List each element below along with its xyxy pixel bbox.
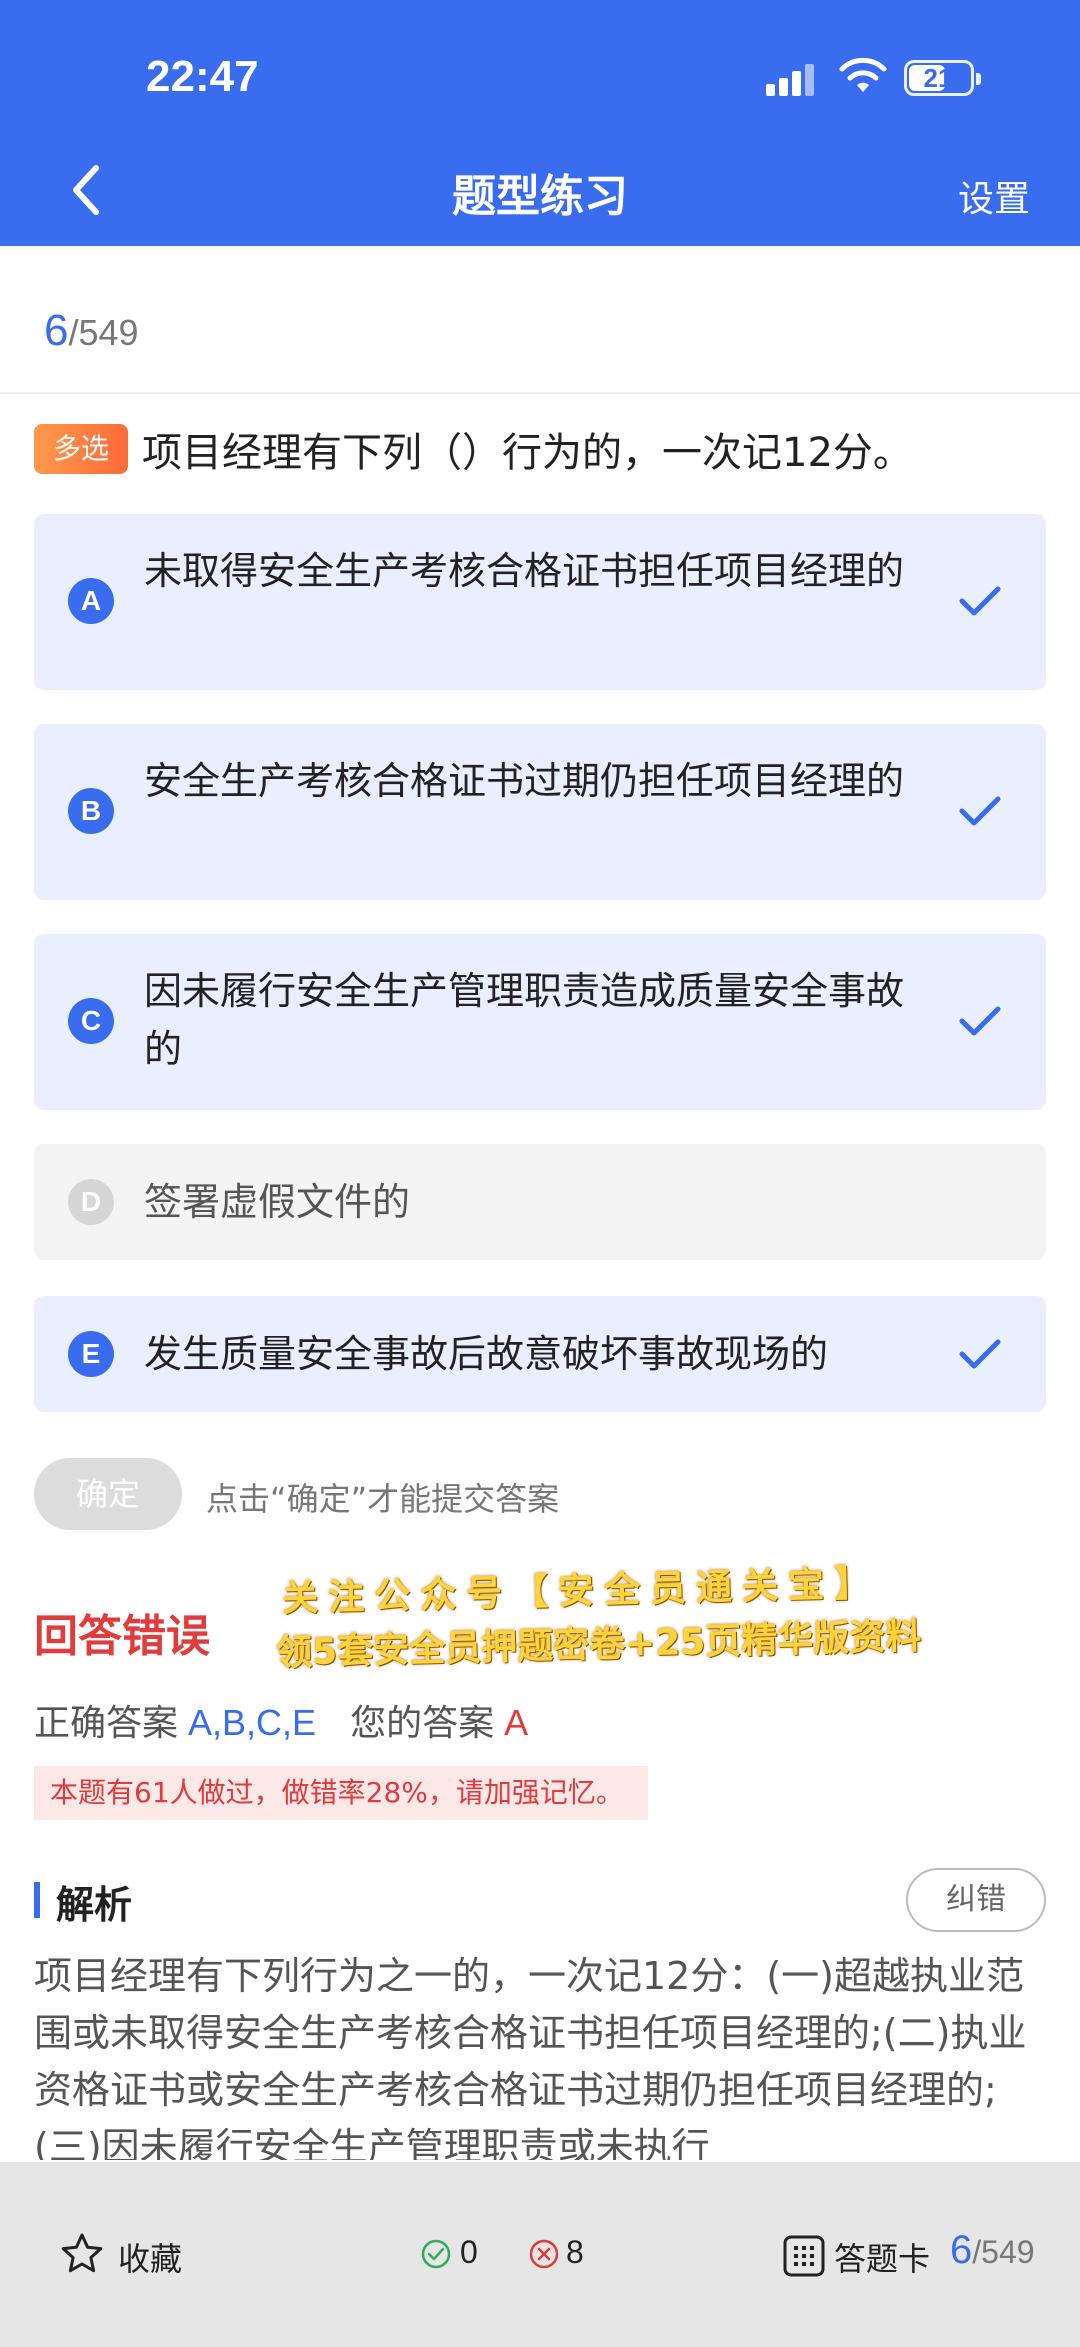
confirm-button[interactable]: 确定	[34, 1458, 182, 1530]
option-letter-badge: E	[68, 1331, 114, 1377]
promo-overlay: 关注公众号【安全员通关宝】 领5套安全员押题密卷+25页精华版资料	[276, 1560, 1036, 1680]
option-letter-badge: A	[68, 578, 114, 624]
correct-answer-label: 正确答案	[34, 1703, 179, 1744]
option-text: 发生质量安全事故后故意破坏事故现场的	[144, 1332, 829, 1376]
wrong-circle-icon	[529, 2239, 559, 2269]
option-a[interactable]: A 未取得安全生产考核合格证书担任项目经理的	[34, 514, 1046, 690]
error-rate-tip: 本题有61人做过，做错率28%，请加强记忆。	[34, 1766, 648, 1820]
option-text: 未取得安全生产考核合格证书担任项目经理的	[144, 549, 905, 593]
page-title: 题型练习	[452, 171, 628, 222]
check-icon	[959, 796, 1001, 826]
option-d[interactable]: D 签署虚假文件的	[34, 1144, 1046, 1260]
divider	[0, 392, 1080, 394]
check-icon	[959, 1339, 1001, 1369]
battery-icon: 21	[904, 60, 981, 96]
bottom-progress: 6/549	[950, 2228, 1035, 2273]
confirm-hint: 点击“确定”才能提交答案	[206, 1480, 560, 1518]
battery-level: 21	[923, 63, 953, 93]
correct-answer-value: A,B,C,E	[188, 1702, 317, 1743]
cellular-signal-icon	[766, 62, 820, 96]
correct-count: 0	[460, 2234, 478, 2270]
star-icon[interactable]	[60, 2232, 104, 2276]
option-e[interactable]: E 发生质量安全事故后故意破坏事故现场的	[34, 1296, 1046, 1412]
top-bar: 22:47 21 题型练习 设置	[0, 0, 1080, 246]
check-icon	[959, 1006, 1001, 1036]
analysis-title: 解析	[56, 1883, 133, 1927]
option-text: 安全生产考核合格证书过期仍担任项目经理的	[144, 759, 905, 803]
question-type-badge: 多选	[34, 424, 128, 474]
correct-circle-icon	[421, 2239, 451, 2269]
status-time: 22:47	[146, 52, 259, 101]
bottom-progress-total: /549	[972, 2234, 1035, 2270]
wifi-icon	[839, 57, 887, 92]
bottom-progress-current: 6	[950, 2228, 973, 2272]
question-text: 项目经理有下列（）行为的，一次记12分。	[142, 430, 913, 476]
result-title: 回答错误	[34, 1611, 210, 1662]
favorite-button[interactable]: 收藏	[118, 2234, 182, 2280]
my-answer-value: A	[504, 1702, 529, 1743]
progress-total: /549	[68, 312, 139, 353]
answer-card-icon[interactable]	[782, 2234, 826, 2278]
option-letter-badge: B	[68, 788, 114, 834]
check-icon	[959, 586, 1001, 616]
report-error-button[interactable]: 纠错	[906, 1868, 1046, 1932]
answer-card-button[interactable]: 答题卡	[834, 2234, 930, 2280]
answer-summary: 正确答案 A,B,C,E 您的答案 A	[34, 1694, 528, 1746]
option-letter-badge: C	[68, 998, 114, 1044]
wrong-count: 8	[566, 2234, 584, 2270]
section-accent-bar	[34, 1882, 40, 1918]
my-answer-label: 您的答案	[350, 1703, 495, 1744]
progress-current: 6	[44, 306, 69, 355]
settings-button[interactable]: 设置	[958, 170, 1030, 222]
option-b[interactable]: B 安全生产考核合格证书过期仍担任项目经理的	[34, 724, 1046, 900]
analysis-text: 项目经理有下列行为之一的，一次记12分：(一)超越执业范围或未取得安全生产考核合…	[34, 1954, 1027, 2160]
option-text: 因未履行安全生产管理职责造成质量安全事故的	[144, 969, 905, 1071]
option-text: 签署虚假文件的	[144, 1180, 411, 1224]
option-letter-badge: D	[68, 1179, 114, 1225]
question-progress: 6/549	[44, 306, 139, 356]
option-c[interactable]: C 因未履行安全生产管理职责造成质量安全事故的	[34, 934, 1046, 1110]
